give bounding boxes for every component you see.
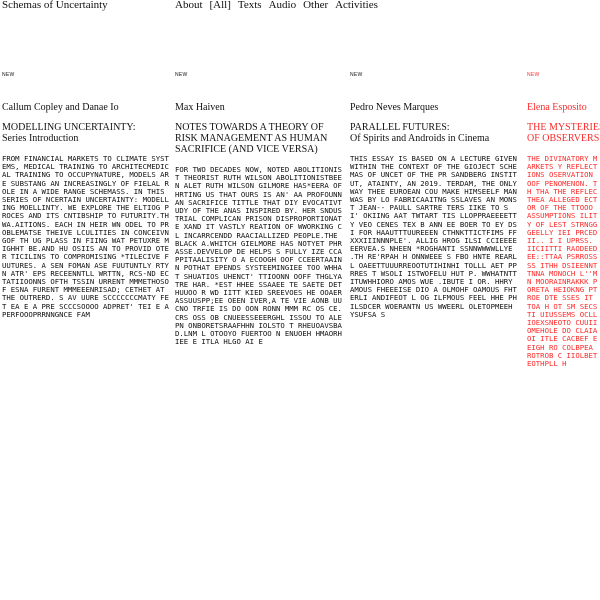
new-badge: NEW (2, 72, 15, 78)
article-title[interactable]: MODELLING UNCERTAINTY: (2, 122, 170, 133)
site-title[interactable]: Schemas of Uncertainty (2, 0, 108, 11)
new-badge: NEW (350, 72, 363, 78)
nav-other[interactable]: Other (303, 0, 328, 11)
article-title[interactable]: NOTES TOWARDS A THEORY OF RISK MANAGEMEN… (175, 122, 345, 155)
article-excerpt: THE DIVINATORY MARKETS Y REFLECTIONS OSE… (527, 154, 598, 369)
article-card[interactable]: NEW Callum Copley and Danae Io MODELLING… (2, 72, 170, 600)
nav-all[interactable]: [All] (210, 0, 231, 11)
top-bar: Schemas of Uncertainty About [All] Texts… (0, 0, 600, 16)
article-title[interactable]: PARALLEL FUTURES: (350, 122, 520, 133)
main-nav: About [All] Texts Audio Other Activities (175, 0, 385, 11)
article-excerpt: FOR TWO DECADES NOW, NOTED ABOLITIONIST … (175, 165, 342, 347)
new-badge: NEW (527, 72, 540, 78)
nav-texts[interactable]: Texts (238, 0, 262, 11)
nav-audio[interactable]: Audio (269, 0, 297, 11)
article-author: Max Haiven (175, 102, 225, 113)
article-card[interactable]: NEW Max Haiven NOTES TOWARDS A THEORY OF… (175, 72, 345, 600)
article-author: Elena Esposito (527, 102, 587, 113)
article-excerpt: FROM FINANCIAL MARKETS TO CLIMATE SYSTEM… (2, 154, 169, 319)
article-columns: NEW Callum Copley and Danae Io MODELLING… (0, 72, 600, 600)
article-title[interactable]: THE MYSTERIES OF AND THE OBSERVERS OF OB… (527, 122, 600, 144)
nav-about[interactable]: About (175, 0, 203, 11)
article-subtitle: Series Introduction (2, 133, 79, 144)
article-subtitle: Of Spirits and Androids in Cinema (350, 133, 490, 144)
article-card[interactable]: NEW Pedro Neves Marques PARALLEL FUTURES… (350, 72, 520, 600)
article-author: Pedro Neves Marques (350, 102, 439, 113)
article-excerpt: THIS ESSAY IS BASED ON A LECTURE GIVEN W… (350, 154, 517, 319)
article-card[interactable]: NEW Elena Esposito THE MYSTERIES OF AND … (527, 72, 600, 600)
nav-activities[interactable]: Activities (335, 0, 378, 11)
new-badge: NEW (175, 72, 188, 78)
article-author: Callum Copley and Danae Io (2, 102, 119, 113)
